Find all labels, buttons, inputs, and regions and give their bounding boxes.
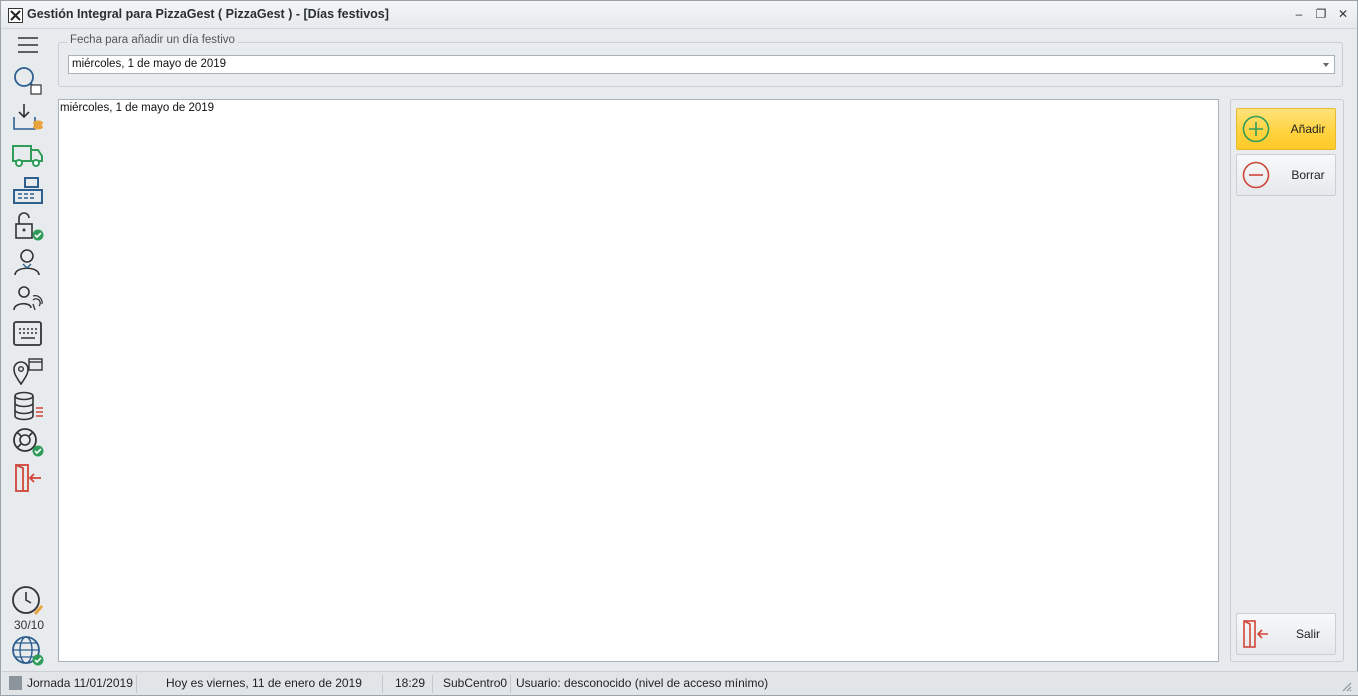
database-button[interactable]	[11, 390, 45, 422]
database-list-icon	[14, 391, 43, 421]
search-button[interactable]	[11, 64, 45, 96]
status-time: 18:29	[395, 676, 426, 690]
exit-door-icon	[1243, 620, 1268, 648]
inbox-button[interactable]	[11, 101, 45, 133]
status-divider	[510, 675, 511, 693]
status-jornada: Jornada 11/01/2019	[27, 676, 133, 690]
close-icon: ✕	[1337, 7, 1349, 21]
clock-edit-icon	[12, 586, 44, 615]
dropdown-arrow-icon[interactable]	[1323, 63, 1329, 67]
clock-button[interactable]	[11, 584, 45, 616]
fingerprint-button[interactable]	[11, 282, 45, 314]
delivery-truck-icon	[12, 145, 43, 167]
users-button[interactable]	[11, 246, 45, 278]
minimize-button[interactable]: –	[1288, 5, 1310, 23]
restore-button[interactable]: ❐	[1310, 5, 1332, 23]
cash-register-icon	[13, 177, 43, 204]
cash-register-button[interactable]	[11, 174, 45, 206]
date-group-label: Fecha para añadir un día festivo	[67, 34, 238, 46]
close-button[interactable]: ✕	[1332, 5, 1354, 23]
status-divider	[382, 675, 383, 693]
keyboard-screen-icon	[13, 321, 42, 346]
user-icon	[14, 249, 40, 276]
status-divider	[432, 675, 433, 693]
permissions-button[interactable]	[11, 210, 45, 242]
hamburger-menu-icon	[18, 37, 38, 53]
delete-button[interactable]: Borrar	[1236, 154, 1336, 196]
minus-circle-icon	[1242, 161, 1270, 189]
unlock-check-icon	[15, 212, 44, 241]
status-user: Usuario: desconocido (nivel de acceso mí…	[516, 676, 769, 690]
keyboard-button[interactable]	[11, 318, 45, 350]
resize-grip-icon[interactable]	[1340, 680, 1352, 692]
title-bar: Gestión Integral para PizzaGest ( PizzaG…	[1, 1, 1357, 29]
app-logo-icon	[8, 8, 23, 23]
window-title: Gestión Integral para PizzaGest ( PizzaG…	[27, 7, 389, 21]
add-button[interactable]: Añadir	[1236, 108, 1336, 150]
menu-button[interactable]	[11, 29, 45, 61]
add-button-label: Añadir	[1290, 122, 1326, 136]
plus-circle-icon	[1242, 115, 1270, 143]
date-picker[interactable]: miércoles, 1 de mayo de 2019	[68, 55, 1335, 74]
exit-button-label: Salir	[1295, 627, 1320, 641]
exit-door-icon	[15, 464, 41, 492]
exit-button[interactable]: Salir	[1236, 613, 1336, 655]
app-window: Gestión Integral para PizzaGest ( PizzaG…	[0, 0, 1358, 696]
inbox-coins-icon	[13, 104, 43, 130]
search-document-icon	[14, 67, 42, 95]
status-divider	[136, 675, 137, 693]
fingerprint-user-icon	[13, 286, 43, 311]
restore-icon: ❐	[1315, 7, 1327, 21]
support-button[interactable]	[11, 426, 45, 458]
status-indicator	[9, 676, 22, 690]
minimize-icon: –	[1295, 7, 1303, 21]
lifebuoy-check-icon	[13, 428, 44, 457]
delete-button-label: Borrar	[1291, 168, 1325, 182]
status-today: Hoy es viernes, 11 de enero de 2019	[166, 676, 362, 690]
holidays-list[interactable]: miércoles, 1 de mayo de 2019	[58, 99, 1219, 662]
list-item[interactable]: miércoles, 1 de mayo de 2019	[60, 102, 214, 114]
network-button[interactable]	[11, 634, 45, 666]
delivery-button[interactable]	[11, 138, 45, 170]
location-button[interactable]	[11, 354, 45, 386]
location-store-icon	[13, 358, 43, 386]
status-bar: Jornada 11/01/2019 Hoy es viernes, 11 de…	[2, 671, 1358, 695]
globe-check-icon	[12, 636, 44, 666]
date-picker-value: miércoles, 1 de mayo de 2019	[72, 58, 227, 70]
status-subcentro: SubCentro0	[443, 676, 508, 690]
exit-app-button[interactable]	[11, 462, 45, 494]
sidebar: 30/10	[2, 29, 54, 669]
clock-counter-label: 30/10	[13, 618, 45, 632]
